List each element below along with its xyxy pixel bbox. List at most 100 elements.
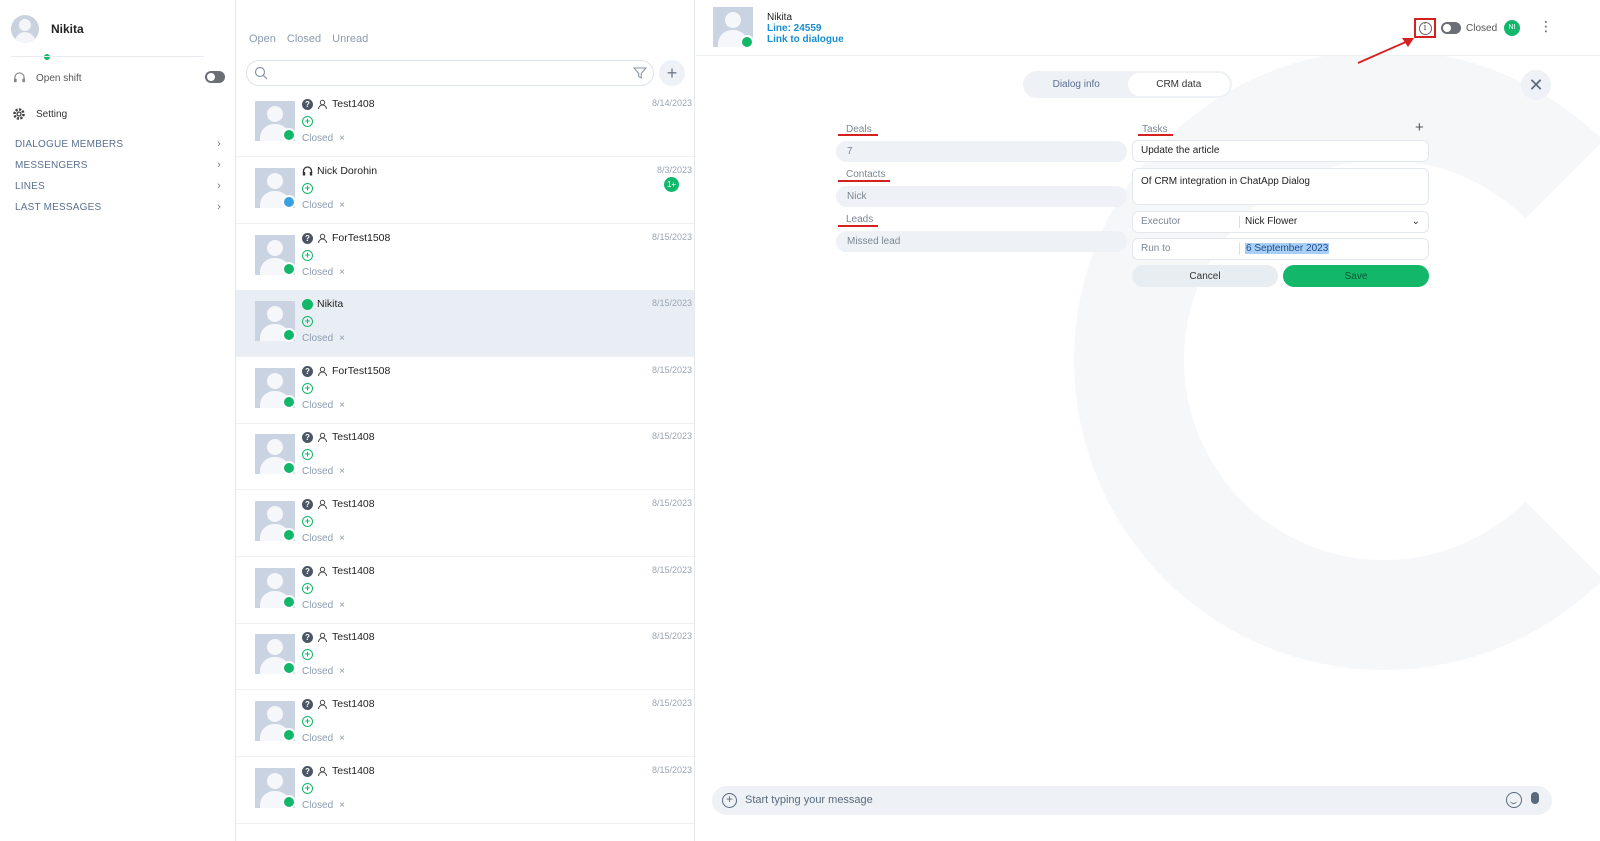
close-small-icon[interactable]: × <box>339 533 345 544</box>
person-icon <box>317 499 328 510</box>
tab-open[interactable]: Open <box>249 33 276 45</box>
save-button[interactable]: Save <box>1283 265 1429 287</box>
message-composer[interactable]: + Start typing your message <box>712 786 1552 815</box>
add-circle-icon[interactable]: + <box>302 316 313 327</box>
link-to-dialogue[interactable]: Link to dialogue <box>767 34 844 45</box>
open-shift-toggle[interactable] <box>205 71 225 83</box>
message-input-placeholder[interactable]: Start typing your message <box>745 786 873 815</box>
add-dialog-button[interactable]: + <box>659 60 685 86</box>
info-icon: i <box>1418 21 1432 35</box>
close-small-icon[interactable]: × <box>339 267 345 278</box>
annotation-underline <box>838 180 890 182</box>
filter-icon[interactable] <box>632 66 648 80</box>
person-icon <box>317 233 328 244</box>
section-lines[interactable]: LINES › <box>15 180 221 192</box>
task-title-field[interactable]: Update the article <box>1132 140 1429 162</box>
search-icon <box>254 66 268 80</box>
dialog-date: 8/15/2023 <box>651 765 692 775</box>
dialog-list-item[interactable]: ? Test1408 + Closed × 8/15/2023 <box>236 490 694 557</box>
add-circle-icon[interactable]: + <box>302 716 313 727</box>
close-small-icon[interactable]: × <box>339 133 345 144</box>
user-profile[interactable]: Nikita <box>11 15 84 61</box>
dialog-list-item[interactable]: Nick Dorohin + Closed × 8/3/2023 1+ <box>236 157 694 224</box>
dialog-status: Closed × <box>302 666 345 677</box>
deals-field[interactable]: 7 <box>836 141 1127 162</box>
close-small-icon[interactable]: × <box>339 400 345 411</box>
chat-header: Nikita Line: 24559 Link to dialogue i Cl… <box>696 0 1600 56</box>
close-small-icon[interactable]: × <box>339 733 345 744</box>
dialog-header: ? Test1408 <box>302 698 375 710</box>
dialog-header: Nikita <box>302 298 343 310</box>
close-small-icon[interactable]: × <box>339 466 345 477</box>
dialog-contact-name: Nick Dorohin <box>317 165 378 177</box>
dialog-list-item[interactable]: ? Test1408 + Closed × 8/15/2023 <box>236 690 694 757</box>
task-description-field[interactable]: Of CRM integration in ChatApp Dialog <box>1132 168 1429 205</box>
dialog-list-item[interactable]: ? Test1408 + Closed × 8/14/2023 <box>236 90 694 157</box>
dialog-list-item[interactable]: ? Test1408 + Closed × 8/15/2023 <box>236 623 694 690</box>
info-button[interactable]: i <box>1414 18 1436 38</box>
dialog-list-item[interactable]: ? Test1408 + Closed × 8/15/2023 <box>236 557 694 624</box>
dialog-status: Closed × <box>302 800 345 811</box>
tab-closed[interactable]: Closed <box>287 33 321 45</box>
close-small-icon[interactable]: × <box>339 200 345 211</box>
dialog-header: ? Test1408 <box>302 98 375 110</box>
annotation-arrow <box>1357 38 1414 64</box>
add-task-icon[interactable]: + <box>1415 120 1424 135</box>
dialog-list-item[interactable]: ? ForTest1508 + Closed × 8/15/2023 <box>236 357 694 424</box>
executor-value: Nick Flower <box>1245 216 1298 227</box>
annotation-underline <box>838 225 878 227</box>
dialog-header: ? Test1408 <box>302 765 375 777</box>
tab-dialog-info[interactable]: Dialog info <box>1025 73 1128 96</box>
crm-tab-switch: Dialog info CRM data <box>1023 71 1232 98</box>
section-last-messages[interactable]: LAST MESSAGES › <box>15 201 221 213</box>
section-dialogue-members[interactable]: DIALOGUE MEMBERS › <box>15 138 221 150</box>
search-input[interactable] <box>246 60 654 86</box>
dialog-list-item[interactable]: ? Test1408 + Closed × 8/15/2023 <box>236 423 694 490</box>
section-label: LAST MESSAGES <box>15 201 102 213</box>
add-circle-icon[interactable]: + <box>302 250 313 261</box>
tab-crm-data[interactable]: CRM data <box>1127 73 1230 96</box>
add-circle-icon[interactable]: + <box>302 449 313 460</box>
emoji-icon[interactable] <box>1506 792 1522 808</box>
dialog-status-label: Closed <box>302 466 334 477</box>
dialog-list-item[interactable]: ? ForTest1508 + Closed × 8/15/2023 <box>236 224 694 291</box>
dialog-list-item[interactable]: ? Test1408 + Closed × 8/15/2023 <box>236 757 694 824</box>
dialog-status: Closed × <box>302 200 345 211</box>
close-small-icon[interactable]: × <box>339 600 345 611</box>
add-circle-icon[interactable]: + <box>302 783 313 794</box>
cancel-button[interactable]: Cancel <box>1132 265 1278 287</box>
person-icon <box>317 566 328 577</box>
operator-avatar[interactable]: NI <box>1504 20 1520 36</box>
dialog-status: Closed × <box>302 133 345 144</box>
question-icon: ? <box>302 431 313 443</box>
more-options-icon[interactable]: ⋮ <box>1539 19 1553 33</box>
run-to-field[interactable]: Run to 6 September 2023 <box>1132 238 1429 260</box>
tab-unread[interactable]: Unread <box>332 33 368 45</box>
add-circle-icon[interactable]: + <box>302 183 313 194</box>
executor-select[interactable]: Executor Nick Flower ⌄ <box>1132 211 1429 233</box>
contacts-field[interactable]: Nick <box>836 186 1127 207</box>
dialog-status-label: Closed <box>302 400 334 411</box>
close-icon[interactable]: ✕ <box>1521 70 1551 100</box>
question-icon: ? <box>302 765 313 777</box>
leads-field[interactable]: Missed lead <box>836 231 1127 252</box>
setting-row[interactable]: Setting <box>12 107 67 121</box>
add-circle-icon[interactable]: + <box>302 583 313 594</box>
add-circle-icon[interactable]: + <box>302 116 313 127</box>
add-circle-icon[interactable]: + <box>302 516 313 527</box>
dialog-status-label: Closed <box>302 267 334 278</box>
close-small-icon[interactable]: × <box>339 800 345 811</box>
microphone-icon[interactable] <box>1531 792 1539 804</box>
close-small-icon[interactable]: × <box>339 333 345 344</box>
add-circle-icon[interactable]: + <box>302 649 313 660</box>
contacts-label: Contacts <box>846 169 886 180</box>
add-circle-icon[interactable]: + <box>302 383 313 394</box>
sidebar: Nikita Open shift Setting DIALOGUE MEMBE… <box>0 0 236 841</box>
chat-panel: Nikita Line: 24559 Link to dialogue i Cl… <box>696 0 1600 841</box>
dialog-date: 8/15/2023 <box>651 698 692 708</box>
section-messengers[interactable]: MESSENGERS › <box>15 159 221 171</box>
dialog-status-toggle[interactable] <box>1441 22 1461 34</box>
dialog-list-item[interactable]: Nikita + Closed × 8/15/2023 <box>236 290 694 357</box>
close-small-icon[interactable]: × <box>339 666 345 677</box>
attach-plus-icon[interactable]: + <box>722 793 737 808</box>
